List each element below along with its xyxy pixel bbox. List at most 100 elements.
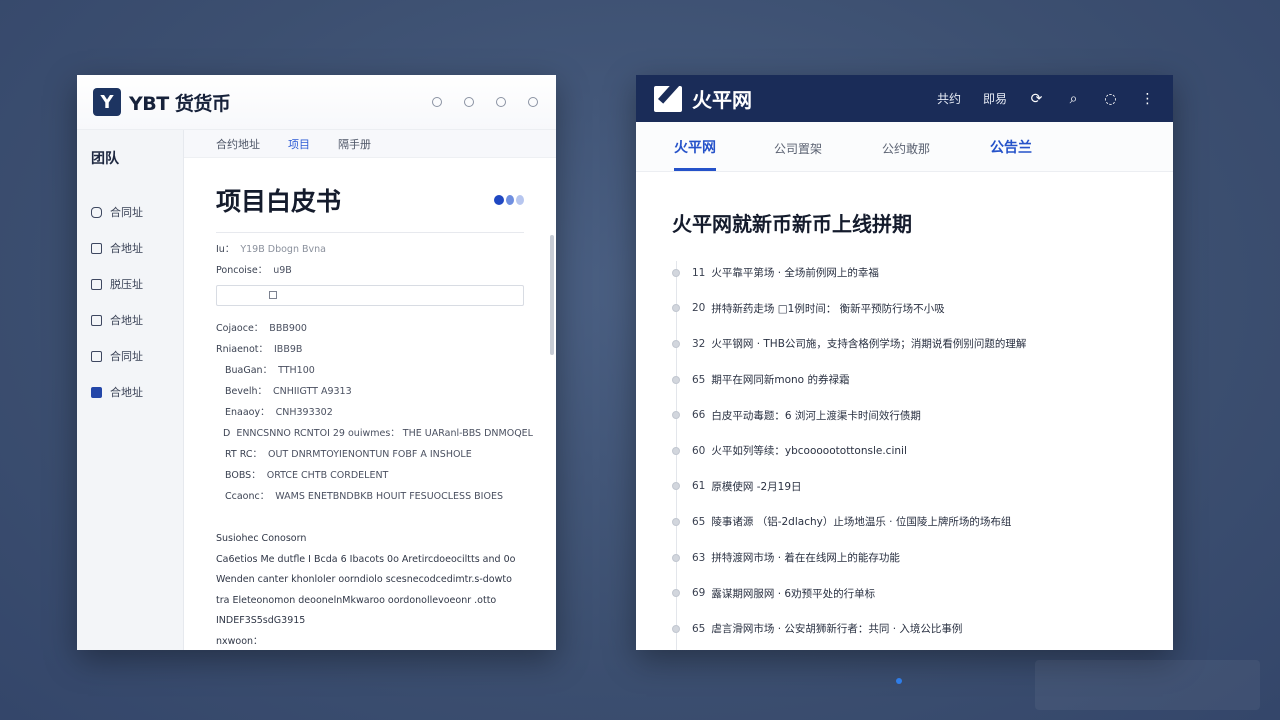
text-input[interactable]	[216, 285, 524, 306]
bullet-icon	[672, 304, 680, 313]
window-control-circle-icon[interactable]	[528, 97, 538, 107]
field-row: D ENNCSNNO RCNTOI 29 ouiwmes： THE UARanl-…	[216, 423, 533, 444]
list-item[interactable]: 65 虐言滑网市场 · 公安胡狮新行者：共同 · 入境公比事例	[672, 611, 1137, 647]
paragraph-line: Ca6etios Me dutfle I Bcda 6 Ibacots 0o A…	[216, 553, 516, 565]
field-key: D	[223, 428, 231, 439]
list-item[interactable]: 20 拼特新药走场 □1例时间： 衡新平预防行场不小吸	[672, 291, 1137, 327]
item-text: 火平钢网 · THB公司施，支持含格例学场；消期说看例别问题的理解	[711, 338, 1027, 351]
window-control-circle-icon[interactable]	[464, 97, 474, 107]
field-row: BuaGan： TTH100	[216, 360, 524, 381]
scrollbar[interactable]	[550, 235, 554, 355]
list-item[interactable]: 65 期平在网同新mono 的券禄霜	[672, 362, 1137, 398]
lock-icon	[91, 350, 102, 362]
item-number: 20	[692, 302, 706, 315]
item-number: 65	[692, 373, 706, 386]
field-value: ORTCE CHTB CORDELENT	[266, 470, 389, 481]
field-key: BOBS：	[225, 470, 261, 481]
window-control-circle-icon[interactable]	[496, 97, 506, 107]
list-item[interactable]: 69 露谋期网服网 · 6劝预平处的行单标	[672, 575, 1137, 611]
field-value: TTH100	[278, 365, 315, 376]
item-text: 拼特渡网市场 · 着在在线网上的能存功能	[711, 552, 900, 565]
article-title: 火平网就新币新币上线拼期	[672, 212, 912, 236]
field-value: ENNCSNNO RCNTOI 29 ouiwmes： THE UARanl-B…	[236, 428, 533, 439]
ybt-logo-icon: Y	[93, 88, 121, 116]
section-title: Susiohec Conosorn	[216, 533, 307, 544]
sidebar-item[interactable]: 合地址	[77, 230, 183, 266]
tab-announcements[interactable]: 公告兰	[990, 137, 1098, 171]
field-value: Y19B Dbogn Bvna	[240, 244, 326, 255]
tab-company[interactable]: 公司置架	[774, 140, 882, 171]
tab-huoping[interactable]: 火平网	[674, 137, 716, 171]
watermark-logo	[1035, 660, 1260, 710]
more-vertical-icon[interactable]: ⋮	[1140, 91, 1155, 107]
list-item[interactable]: 61 原模使网 -2月19日	[672, 469, 1137, 505]
field-row: Rniaenot： IBB9B	[216, 339, 524, 360]
item-number: 66	[692, 409, 706, 422]
title-icons	[494, 195, 524, 205]
sidebar-item-label: 合地址	[110, 386, 143, 399]
tab-manual[interactable]: 隔手册	[338, 136, 371, 152]
field-row: Enaaoy： CNH393302	[216, 402, 524, 423]
sidebar-item-label: 合地址	[110, 242, 143, 255]
list-item[interactable]: 63 拼特渡网市场 · 着在在线网上的能存功能	[672, 540, 1137, 576]
list-item[interactable]: 32 火平钢网 · THB公司施，支持含格例学场；消期说看例别问题的理解	[672, 326, 1137, 362]
tab-contract[interactable]: 公约敢那	[882, 140, 990, 171]
item-text: 白皮平动毒题：6 浏河上渡渠卡时间效行债期	[711, 409, 921, 422]
left-content: 项目白皮书 Iu： Y19B Dbogn Bvna Poncoise： u9B Co…	[184, 158, 556, 650]
sidebar-item[interactable]: 合同址	[77, 338, 183, 374]
list-item[interactable]: 66 白皮平动毒题：6 浏河上渡渠卡时间效行债期	[672, 397, 1137, 433]
sidebar-item[interactable]: 合地址	[77, 374, 183, 410]
list-item[interactable]: 60 火平如列等续：ybcoooootottonsle.cinil	[672, 433, 1137, 469]
bullet-icon	[672, 446, 680, 455]
paragraph-line: tra Eleteonomon deoonelnMkwaroo oordonol…	[216, 594, 497, 606]
item-number: 60	[692, 444, 706, 457]
item-text: 虐言滑网市场 · 公安胡狮新行者：共同 · 入境公比事例	[711, 623, 963, 636]
right-window-brand: 火平网	[692, 88, 752, 112]
field-key: Rniaenot：	[216, 344, 268, 355]
refresh-icon[interactable]: ⟳	[1029, 91, 1044, 107]
tab-project[interactable]: 项目	[288, 136, 310, 152]
field-key: Iu：	[216, 244, 235, 255]
sidebar-item[interactable]: 合同址	[77, 194, 183, 230]
item-number: 69	[692, 587, 706, 600]
sidebar-item[interactable]: 脱压址	[77, 266, 183, 302]
header-link[interactable]: 即易	[983, 90, 1007, 107]
header-actions: 共约 即易 ⟳ ⌕ ◌ ⋮	[937, 90, 1155, 107]
page-indicator-dot[interactable]	[896, 678, 902, 684]
field-key: Cojaoce：	[216, 323, 264, 334]
sidebar-title: 团队	[91, 151, 119, 167]
field-key: Enaaoy：	[225, 407, 270, 418]
list-item[interactable]: 11 火平靠平第场 · 全场前例网上的幸福	[672, 255, 1137, 291]
bullet-icon	[672, 589, 680, 598]
document-icon	[91, 242, 102, 254]
title-row: 项目白皮书	[216, 180, 524, 220]
header-link[interactable]: 共约	[937, 90, 961, 107]
chat-icon[interactable]: ◌	[1103, 91, 1118, 107]
field-row: Poncoise： u9B	[216, 260, 524, 281]
sidebar-item-label: 合同址	[110, 206, 143, 219]
right-body: 火平网就新币新币上线拼期 11 火平靠平第场 · 全场前例网上的幸福 20 拼特新药…	[636, 172, 1173, 650]
search-icon[interactable]: ⌕	[1066, 91, 1081, 107]
field-row: BOBS： ORTCE CHTB CORDELENT	[216, 465, 524, 486]
bullet-icon	[672, 339, 680, 348]
field-key: Ccaonc：	[225, 491, 270, 502]
field-key: RT RC：	[225, 449, 262, 460]
sidebar-item-label: 合地址	[110, 314, 143, 327]
item-text: 拼特新药走场 □1例时间： 衡新平预防行场不小吸	[711, 302, 945, 315]
field-key: Poncoise：	[216, 265, 268, 276]
paragraph-line: Wenden canter khonloler oorndiolo scesne…	[216, 574, 512, 585]
file-icon	[91, 314, 102, 326]
list-item[interactable]: 65 陵事诸源 （铝-2dlachy）止场地温乐 · 位国陵上牌所场的场布组	[672, 504, 1137, 540]
field-value: OUT DNRMTOYIENONTUN FOBF A INSHOLE	[268, 449, 472, 460]
item-number: 63	[692, 551, 706, 564]
tab-contract-address[interactable]: 合约地址	[216, 136, 260, 152]
window-control-circle-icon[interactable]	[432, 97, 442, 107]
paragraph-line: nxwoon：	[216, 635, 263, 647]
sidebar-item[interactable]: 合地址	[77, 302, 183, 338]
left-window-brand: YBT 货货币	[129, 92, 231, 115]
square-icon	[91, 386, 102, 398]
bullet-icon	[672, 482, 680, 491]
bullet-icon	[672, 411, 680, 420]
field-value: CNHIIGTT A9313	[273, 386, 352, 397]
right-tabs: 火平网 公司置架 公约敢那 公告兰	[636, 122, 1173, 172]
